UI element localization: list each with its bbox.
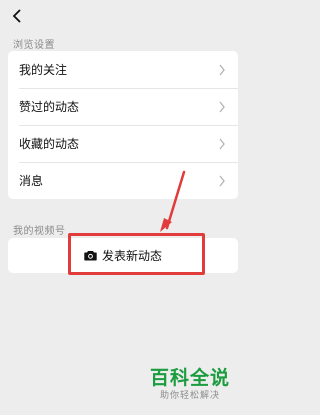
watermark-main-text: 百科全说 bbox=[149, 367, 230, 389]
pointer-arrow bbox=[160, 170, 186, 232]
watermark-logo: 百科全说 助你轻松解决 bbox=[150, 369, 230, 401]
watermark-sub-text: 助你轻松解决 bbox=[159, 391, 220, 401]
